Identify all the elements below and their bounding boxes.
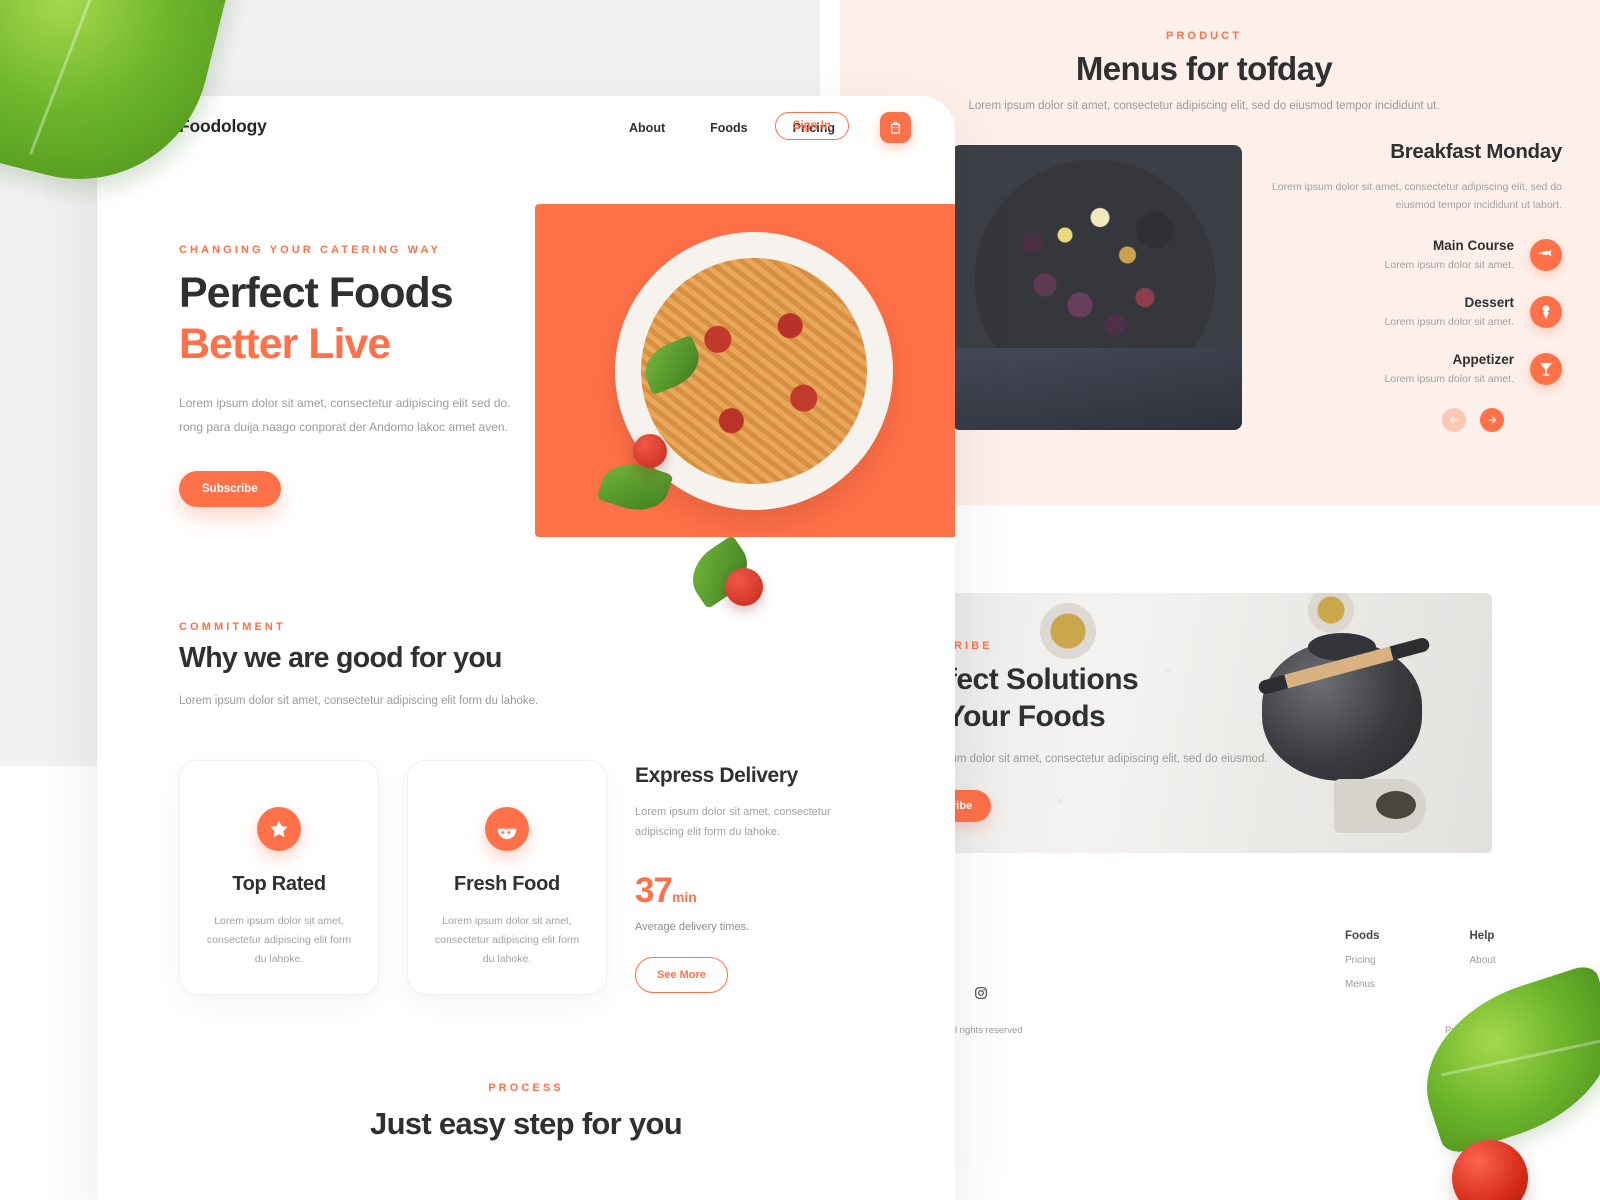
express-stat: 37min [635, 871, 865, 911]
arrow-right-icon [1488, 416, 1497, 424]
hero-kicker: CHANGING YOUR CATERING WAY [179, 244, 441, 256]
hero-title-line2: Better Live [179, 320, 391, 369]
menus-header: PRODUCT Menus for tofday Lorem ipsum dol… [952, 30, 1456, 116]
pepper-grains [1376, 791, 1416, 819]
commitment-paragraph: Lorem ipsum dolor sit amet, consectetur … [179, 695, 539, 707]
menu-day-title: Breakfast Monday [1390, 140, 1562, 163]
carousel-prev-button[interactable] [1442, 408, 1466, 432]
footer-column-title: Help [1469, 930, 1495, 942]
tomato-decor [633, 434, 667, 468]
fish-icon [1530, 238, 1562, 271]
breakfast-platter-image [952, 145, 1242, 430]
footer-column-foods: Foods Pricing Menus [1345, 930, 1380, 990]
nav-item-about[interactable]: About [629, 121, 665, 135]
page-root: PRODUCT Menus for tofday Lorem ipsum dol… [0, 0, 1600, 1200]
main-page-card: Foodology About Foods Pricing Sign In CH… [97, 96, 955, 1200]
menus-kicker: PRODUCT [1165, 30, 1243, 42]
process-kicker: PROCESS [488, 1082, 564, 1094]
hero-subscribe-button[interactable]: Subscribe [179, 471, 281, 508]
star-icon [257, 807, 301, 851]
subscribe-kicker: SUBSCRIBE [900, 640, 1320, 652]
hero-title: Perfect Foods Better Live [179, 268, 519, 370]
express-stat-number: 37 [635, 870, 673, 910]
menu-item-title: Dessert [1464, 295, 1514, 311]
cocktail-icon [1530, 352, 1562, 385]
sign-in-button[interactable]: Sign In [774, 112, 849, 140]
feature-card-fresh-food[interactable]: Fresh Food Lorem ipsum dolor sit amet, c… [407, 760, 607, 995]
pepper-scoop [1334, 779, 1426, 833]
tomato-decor [725, 568, 763, 606]
instagram-icon[interactable] [974, 986, 988, 1000]
citrus-slice-icon [485, 807, 529, 851]
footer-link-menus[interactable]: Menus [1345, 979, 1380, 990]
feature-card-text: Lorem ipsum dolor sit amet, consectetur … [206, 915, 352, 965]
express-text: Lorem ipsum dolor sit amet, consectetur … [635, 806, 831, 839]
menu-day-block: Breakfast Monday Lorem ipsum dolor sit a… [1262, 140, 1562, 385]
process-title: Just easy step for you [370, 1106, 683, 1141]
menu-item-desc: Lorem ipsum dolor sit amet. [1384, 373, 1514, 386]
feature-card-title: Top Rated [232, 873, 326, 895]
commitment-title: Why we are good for you [179, 642, 502, 674]
footer-link-about[interactable]: About [1470, 955, 1496, 966]
menus-title: Menus for tofday [1075, 50, 1333, 87]
feature-card-text: Lorem ipsum dolor sit amet, consectetur … [434, 915, 580, 965]
platter-cloth [952, 348, 1242, 430]
commitment-section: COMMITMENT Why we are good for you Lorem… [179, 621, 779, 711]
footer-column-title: Foods [1345, 930, 1380, 942]
shopping-bag-icon[interactable] [880, 112, 911, 143]
menu-item-desc: Lorem ipsum dolor sit amet. [1384, 259, 1514, 272]
feature-card-title: Fresh Food [454, 873, 560, 895]
process-section: PROCESS Just easy step for you [97, 1082, 955, 1142]
footer-link-pricing[interactable]: Pricing [1345, 955, 1380, 966]
commitment-kicker: COMMITMENT [179, 621, 286, 633]
see-more-button[interactable]: See More [635, 956, 728, 993]
menus-carousel-nav [1442, 408, 1504, 432]
menu-item-appetizer[interactable]: Appetizer Lorem ipsum dolor sit amet. [1262, 352, 1562, 385]
carousel-next-button[interactable] [1480, 408, 1504, 432]
express-delivery-block: Express Delivery Lorem ipsum dolor sit a… [635, 764, 865, 993]
logo[interactable]: Foodology [179, 116, 267, 137]
hero-pasta-image [535, 204, 955, 537]
express-stat-unit: min [671, 888, 697, 905]
menu-item-desc: Lorem ipsum dolor sit amet. [1384, 316, 1514, 329]
site-header: Foodology About Foods Pricing Sign In [97, 96, 955, 160]
menu-item-title: Appetizer [1452, 352, 1514, 368]
express-title: Express Delivery [635, 764, 798, 787]
hero-paragraph: Lorem ipsum dolor sit amet, consectetur … [179, 396, 511, 434]
menu-item-dessert[interactable]: Dessert Lorem ipsum dolor sit amet. [1262, 295, 1562, 328]
menu-item-title: Main Course [1432, 238, 1514, 254]
menu-item-main-course[interactable]: Main Course Lorem ipsum dolor sit amet. [1262, 238, 1562, 271]
menus-section: PRODUCT Menus for tofday Lorem ipsum dol… [952, 0, 1600, 505]
subscribe-section: SUBSCRIBE Perfect Solutions for Your Foo… [900, 640, 1320, 823]
feature-cards: Top Rated Lorem ipsum dolor sit amet, co… [179, 760, 607, 995]
arrow-left-icon [1449, 416, 1458, 424]
menus-subtitle: Lorem ipsum dolor sit amet, consectetur … [968, 100, 1440, 112]
nav-item-foods[interactable]: Foods [710, 121, 748, 135]
menu-day-description: Lorem ipsum dolor sit amet, consectetur … [1271, 181, 1562, 212]
express-stat-caption: Average delivery times. [635, 920, 750, 933]
hero-copy: CHANGING YOUR CATERING WAY Perfect Foods… [179, 244, 519, 508]
feature-card-top-rated[interactable]: Top Rated Lorem ipsum dolor sit amet, co… [179, 760, 379, 995]
subscribe-paragraph: Lorem ipsum dolor sit amet, consectetur … [900, 753, 1268, 766]
hero-title-line1: Perfect Foods [179, 269, 454, 317]
subscribe-title: Perfect Solutions for Your Foods [900, 661, 1320, 735]
footer-column-help: Help About [1470, 930, 1496, 990]
footer-columns: Foods Pricing Menus Help About [1345, 930, 1496, 990]
ice-cream-icon [1530, 295, 1562, 328]
